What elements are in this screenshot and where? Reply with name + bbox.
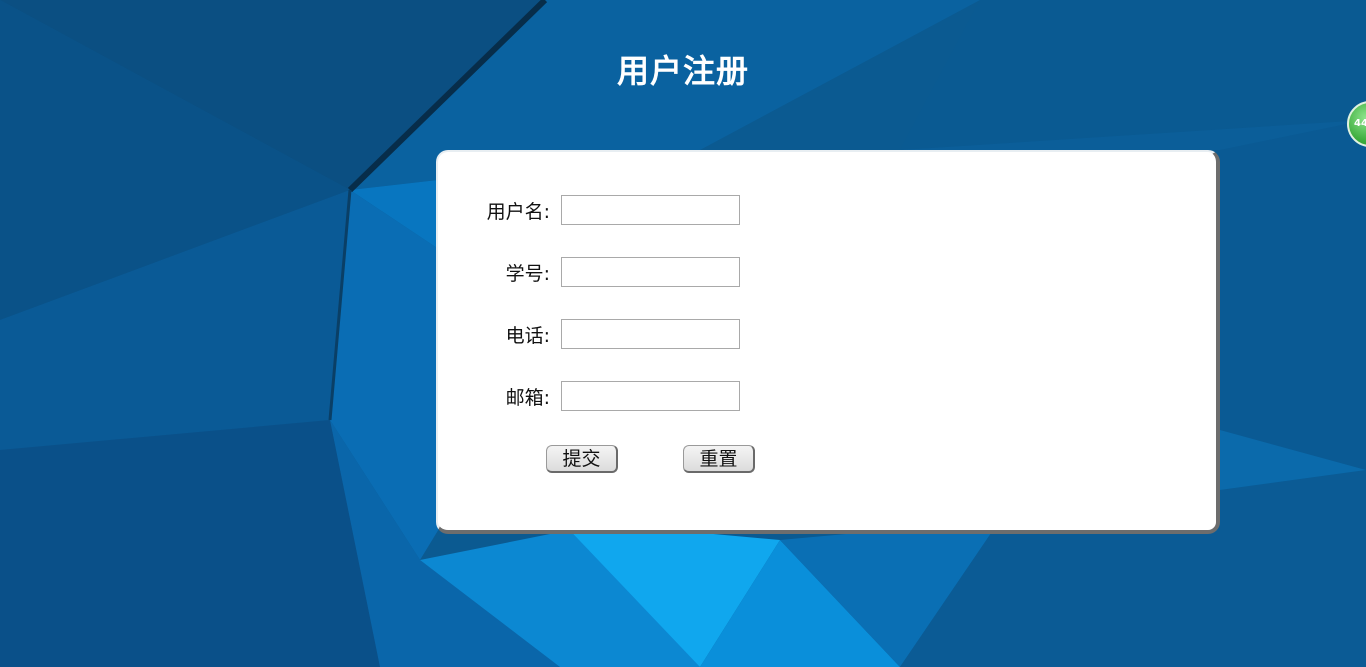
- student-id-row: 学号:: [438, 257, 838, 287]
- registration-form-card: 用户名: 学号: 电话: 邮箱: 提交 重置: [436, 150, 1220, 534]
- submit-button[interactable]: 提交: [546, 445, 618, 473]
- email-label: 邮箱:: [505, 387, 550, 409]
- email-row: 邮箱:: [438, 381, 838, 411]
- reset-button[interactable]: 重置: [683, 445, 755, 473]
- phone-input[interactable]: [561, 319, 740, 349]
- phone-label: 电话:: [505, 325, 550, 347]
- username-row: 用户名:: [438, 195, 838, 225]
- email-input[interactable]: [561, 381, 740, 411]
- phone-row: 电话:: [438, 319, 838, 349]
- username-label: 用户名:: [486, 201, 550, 223]
- floating-badge-text: 44: [1354, 118, 1366, 129]
- username-input[interactable]: [561, 195, 740, 225]
- student-id-input[interactable]: [561, 257, 740, 287]
- student-id-label: 学号:: [505, 263, 550, 285]
- page-title: 用户注册: [616, 52, 749, 90]
